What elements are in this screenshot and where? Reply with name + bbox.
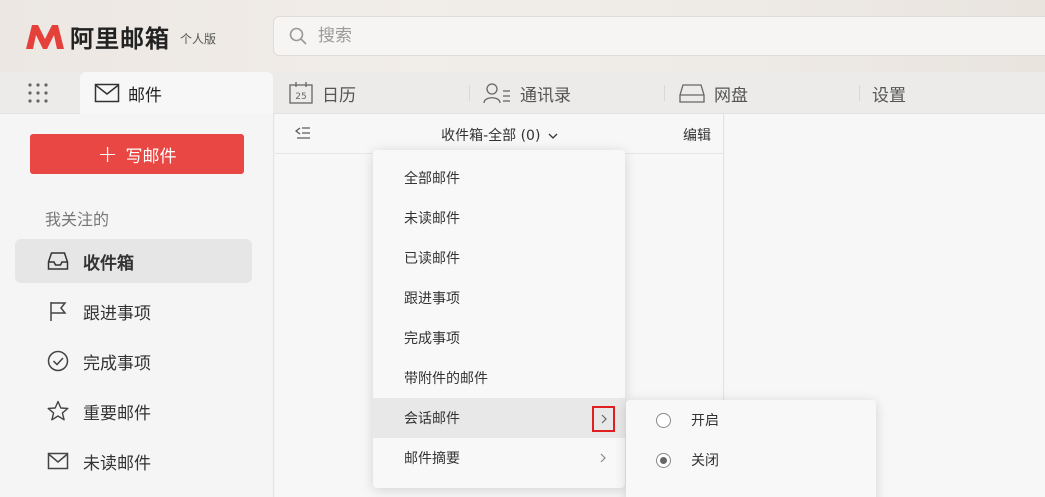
menu-item-summary[interactable]: 邮件摘要: [373, 438, 625, 478]
tab-divider: [469, 85, 470, 101]
menu-item-label: 邮件摘要: [404, 451, 460, 467]
submenu-option-label: 关闭: [691, 453, 719, 469]
menu-item-all[interactable]: 全部邮件: [373, 158, 625, 198]
logo-m-icon: [26, 25, 64, 49]
menu-item-read[interactable]: 已读邮件: [373, 238, 625, 278]
sidebar-item-unread[interactable]: 未读邮件: [15, 439, 252, 483]
drive-icon: [679, 84, 705, 103]
tab-settings[interactable]: 设置: [872, 72, 906, 114]
section-title: 我关注的: [45, 210, 110, 229]
radio-button-checked[interactable]: [656, 452, 671, 468]
tab-label: 通讯录: [520, 85, 571, 106]
menu-item-follow-up[interactable]: 跟进事项: [373, 278, 625, 318]
tab-divider: [664, 85, 665, 101]
calendar-icon: 25: [289, 82, 313, 104]
chevron-down-icon: [548, 133, 558, 139]
compose-button[interactable]: + 写邮件: [30, 134, 244, 174]
logo[interactable]: 阿里邮箱 个人版: [24, 20, 217, 53]
folder-filter-label: 收件箱-全部 (0): [441, 128, 541, 144]
sidebar-item-label: 重要邮件: [83, 403, 151, 424]
menu-item-label: 带附件的邮件: [404, 371, 488, 387]
tab-label: 设置: [872, 85, 906, 106]
sidebar: + 写邮件 我关注的 收件箱 跟进事项 完成事项 重要邮件 未读邮件: [0, 114, 274, 497]
submenu-option-on[interactable]: 开启: [626, 400, 876, 440]
sidebar-item-important[interactable]: 重要邮件: [15, 389, 252, 433]
filter-dropdown-menu: 全部邮件 未读邮件 已读邮件 跟进事项 完成事项 带附件的邮件 会话邮件 邮件摘…: [373, 150, 625, 488]
tab-contacts[interactable]: 通讯录: [482, 72, 571, 114]
menu-item-label: 全部邮件: [404, 171, 460, 187]
header: 阿里邮箱 个人版: [0, 0, 1045, 72]
chevron-right-icon[interactable]: [592, 406, 615, 432]
sidebar-item-follow-up[interactable]: 跟进事项: [15, 289, 252, 333]
inbox-icon: [47, 252, 69, 270]
app-name: 阿里邮箱: [70, 24, 170, 53]
menu-item-with-attachment[interactable]: 带附件的邮件: [373, 358, 625, 398]
sidebar-item-label: 未读邮件: [83, 453, 151, 474]
tab-calendar[interactable]: 25 日历: [288, 72, 356, 114]
search-icon: [289, 27, 307, 45]
star-icon: [47, 400, 69, 421]
sidebar-item-done[interactable]: 完成事项: [15, 339, 252, 383]
flag-icon: [50, 302, 67, 321]
app-edition: 个人版: [180, 31, 217, 46]
sidebar-item-label: 跟进事项: [83, 303, 151, 324]
tab-label: 邮件: [128, 85, 162, 106]
menu-item-unread[interactable]: 未读邮件: [373, 198, 625, 238]
menu-item-label: 跟进事项: [404, 291, 460, 307]
submenu-option-off[interactable]: 关闭: [626, 440, 876, 480]
menu-item-label: 已读邮件: [404, 251, 460, 267]
plus-icon: +: [97, 140, 118, 168]
tab-label: 日历: [322, 85, 356, 106]
menu-item-done[interactable]: 完成事项: [373, 318, 625, 358]
menu-item-label: 会话邮件: [404, 411, 460, 427]
search-input[interactable]: [318, 26, 918, 46]
check-circle-icon: [47, 350, 69, 372]
search-box[interactable]: [273, 16, 1045, 56]
chevron-right-icon[interactable]: [595, 450, 611, 466]
mail-icon: [47, 452, 69, 470]
edit-button[interactable]: 编辑: [683, 125, 711, 145]
tab-label: 网盘: [714, 85, 748, 106]
collapse-sidebar-icon[interactable]: [295, 126, 311, 140]
tab-drive[interactable]: 网盘: [678, 72, 748, 114]
tab-mail[interactable]: 邮件: [80, 72, 273, 114]
menu-item-conversation[interactable]: 会话邮件: [373, 398, 625, 438]
tab-divider: [859, 85, 860, 101]
conversation-submenu: 开启 关闭: [626, 400, 876, 497]
apps-grid-icon[interactable]: [26, 82, 50, 104]
sidebar-item-label: 收件箱: [83, 253, 134, 274]
folder-filter-select[interactable]: 收件箱-全部 (0): [275, 125, 724, 145]
contacts-icon: [483, 83, 510, 104]
compose-label: 写邮件: [125, 146, 177, 167]
menu-item-label: 完成事项: [404, 331, 460, 347]
calendar-icon-date: 25: [295, 92, 306, 102]
module-tabbar: 邮件 25 日历 通讯录 网盘 设置: [0, 72, 1045, 114]
list-header: 收件箱-全部 (0) 编辑: [275, 114, 723, 154]
mail-icon: [94, 83, 120, 103]
menu-item-label: 未读邮件: [404, 211, 460, 227]
sidebar-item-label: 完成事项: [83, 353, 151, 374]
sidebar-item-inbox[interactable]: 收件箱: [15, 239, 252, 283]
submenu-option-label: 开启: [691, 413, 719, 429]
radio-button[interactable]: [656, 412, 671, 428]
